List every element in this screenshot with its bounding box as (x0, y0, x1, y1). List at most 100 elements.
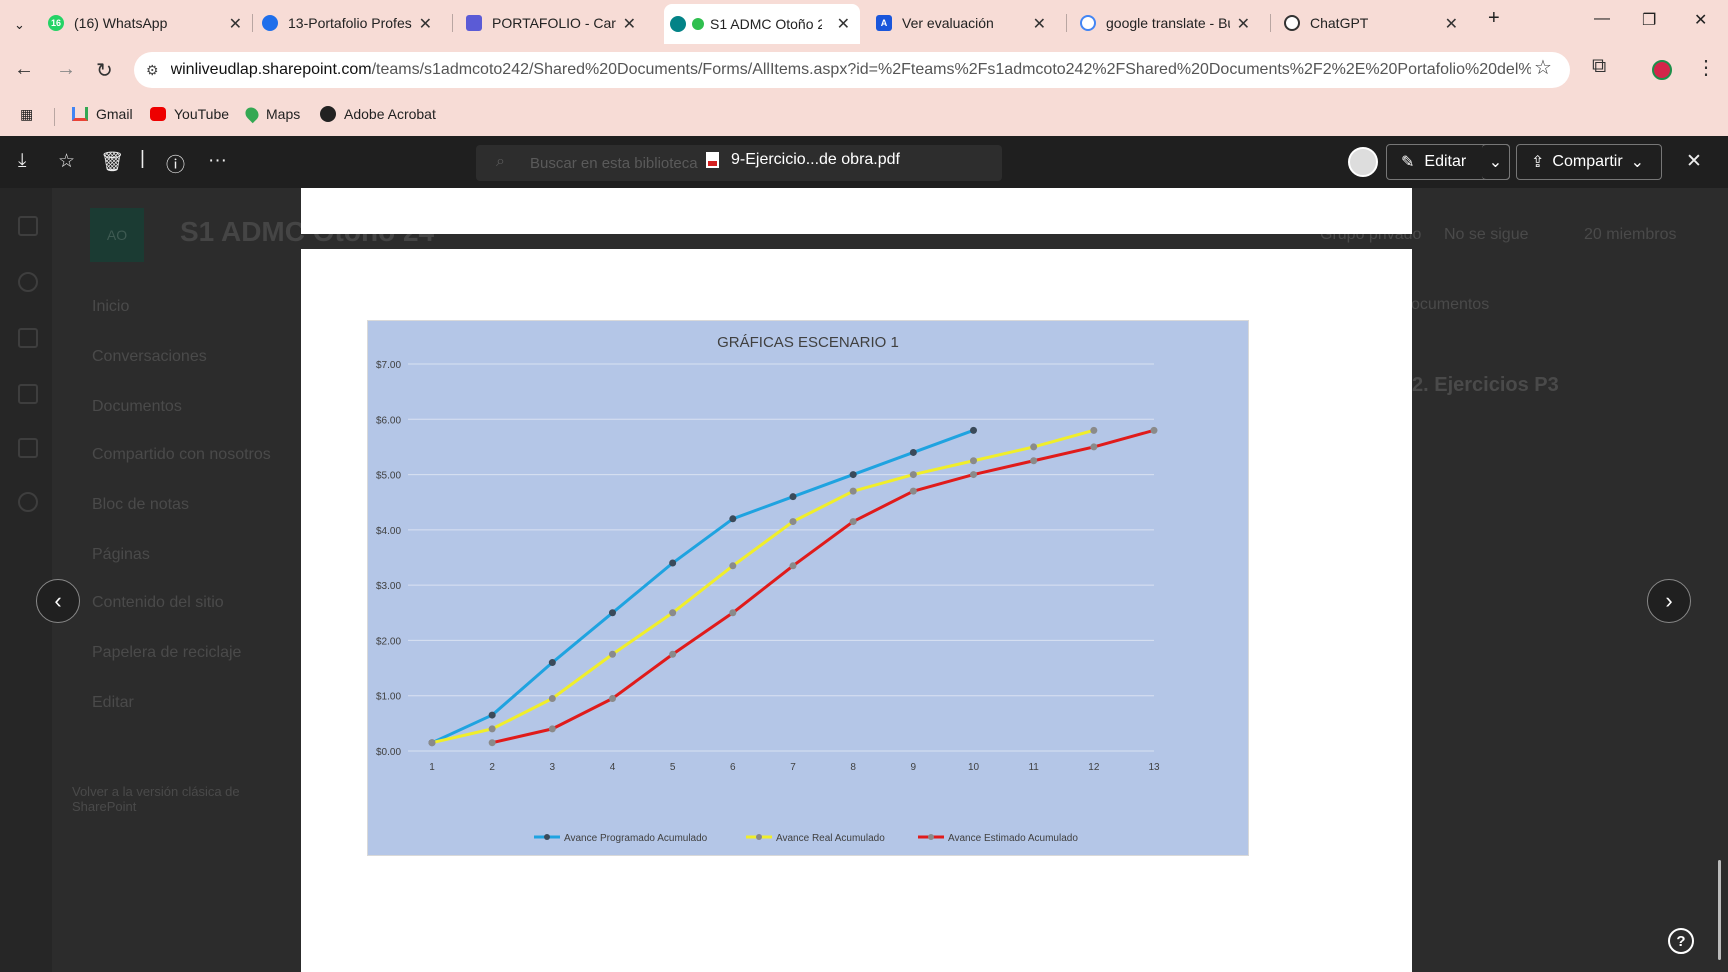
close-icon[interactable]: ✕ (1445, 14, 1458, 34)
tab-whatsapp[interactable]: 16 (16) WhatsApp ✕ (48, 6, 252, 40)
data-point (909, 471, 917, 479)
nav-item[interactable]: Compartido con nosotros (92, 446, 271, 464)
home-icon[interactable] (18, 216, 38, 236)
file-icon[interactable] (18, 384, 38, 404)
profile-avatar[interactable] (1652, 60, 1672, 80)
y-tick-label: $6.00 (376, 415, 401, 426)
nav-item[interactable]: Bloc de notas (92, 496, 189, 514)
favorite-star-icon[interactable]: ☆ (58, 150, 75, 173)
folder-title: 2. Ejercicios P3 (1412, 374, 1559, 396)
previous-file-button[interactable]: ‹ (36, 579, 80, 623)
x-tick-label: 3 (550, 762, 556, 773)
menu-icon[interactable]: ⋮ (1696, 55, 1716, 80)
nav-item[interactable]: Páginas (92, 546, 150, 564)
tab-separator (1270, 14, 1271, 32)
data-point (729, 515, 737, 523)
news-icon[interactable] (18, 328, 38, 348)
classic-view-link[interactable]: Volver a la versión clásica de SharePoin… (72, 784, 272, 814)
x-tick-label: 9 (911, 762, 917, 773)
tab-google-translate[interactable]: google translate - Bu ✕ (1080, 6, 1260, 40)
bookmark-youtube[interactable]: YouTube (150, 106, 229, 122)
x-tick-label: 1 (429, 762, 435, 773)
status-dot-icon (692, 18, 704, 30)
nav-item[interactable]: Documentos (92, 398, 182, 416)
gmail-icon (72, 107, 88, 121)
data-point (849, 518, 857, 526)
nav-item[interactable]: Papelera de reciclaje (92, 644, 241, 662)
data-point (488, 711, 496, 719)
chevron-down-icon: ⌄ (14, 17, 25, 32)
delete-trash-icon[interactable]: 🗑 (100, 150, 124, 174)
close-viewer-icon[interactable]: ✕ (1686, 150, 1702, 173)
tab-portafolio-profesional[interactable]: 13-Portafolio Profesi ✕ (262, 6, 442, 40)
nav-item[interactable]: Inicio (92, 298, 129, 316)
close-icon[interactable]: ✕ (837, 14, 850, 34)
back-button[interactable]: ← (14, 58, 34, 81)
close-icon[interactable]: ✕ (1237, 14, 1250, 34)
close-icon[interactable]: ✕ (229, 14, 242, 34)
add-icon[interactable] (18, 492, 38, 512)
nav-item[interactable]: Conversaciones (92, 348, 207, 366)
data-point (970, 471, 977, 479)
restore-button[interactable]: ❐ (1642, 10, 1656, 30)
x-tick-label: 6 (730, 762, 736, 773)
whatsapp-icon: 16 (48, 15, 64, 31)
nav-item[interactable]: Editar (92, 694, 134, 712)
tab-sharepoint-active[interactable]: S1 ADMC Otoño 2 ✕ (664, 4, 860, 44)
tab-chatgpt[interactable]: ChatGPT ✕ (1284, 6, 1468, 40)
download-icon[interactable]: ⤓ (18, 150, 26, 172)
app-icon: A (876, 15, 892, 31)
minimize-button[interactable]: — (1594, 10, 1610, 28)
legend-label: Avance Estimado Acumulado (948, 833, 1078, 844)
tab-title: google translate - Bu (1106, 15, 1230, 31)
data-point (428, 739, 436, 747)
legend-marker (756, 834, 762, 840)
legend-marker (544, 834, 550, 840)
edit-dropdown-button[interactable]: ⌄ (1482, 144, 1510, 180)
data-point (789, 562, 797, 570)
apps-grid-icon[interactable]: ▦ (20, 106, 33, 123)
bookmark-adobe-acrobat[interactable]: Adobe Acrobat (320, 106, 436, 122)
new-tab-button[interactable]: + (1488, 7, 1500, 30)
members-count[interactable]: 20 miembros (1584, 226, 1676, 244)
close-icon[interactable]: ✕ (623, 14, 636, 34)
tab-portafolio-carta[interactable]: PORTAFOLIO - Carta ✕ (466, 6, 646, 40)
x-tick-label: 7 (790, 762, 796, 773)
bookmark-star-icon[interactable]: ☆ (1534, 55, 1552, 80)
data-point (669, 609, 677, 617)
help-icon[interactable]: ? (1668, 928, 1694, 954)
close-icon[interactable]: ✕ (419, 14, 432, 34)
info-icon[interactable]: ⓘ (166, 150, 185, 177)
search-placeholder: Buscar en esta biblioteca (530, 155, 698, 172)
scrollbar-thumb[interactable] (1718, 860, 1721, 960)
youtube-icon (150, 107, 166, 121)
site-logo: AO (90, 208, 144, 262)
list-icon[interactable] (18, 438, 38, 458)
chart-x-axis: 1 2 3 4 5 6 7 8 9 10 11 12 13 (429, 762, 1160, 773)
data-point (729, 609, 737, 617)
tab-ver-evaluacion[interactable]: A Ver evaluación ✕ (876, 6, 1056, 40)
bookmark-maps[interactable]: Maps (242, 104, 300, 124)
url-path: /teams/s1admcoto242/Shared%20Documents/F… (371, 61, 1531, 78)
share-button[interactable]: ⇪ Compartir ⌄ (1516, 144, 1662, 180)
follow-status[interactable]: No se sigue (1444, 226, 1529, 244)
previous-page-bottom (301, 188, 1412, 234)
extensions-icon[interactable]: ⧉ (1592, 55, 1606, 78)
address-bar[interactable]: ⚙ winliveudlap.sharepoint.com/teams/s1ad… (134, 52, 1570, 88)
data-point (789, 493, 797, 501)
nav-item[interactable]: Contenido del sitio (92, 594, 224, 612)
tab-search-button[interactable]: ⌄ (14, 8, 36, 42)
more-options-icon[interactable]: ··· (208, 150, 227, 172)
globe-icon[interactable] (18, 272, 38, 292)
data-point (609, 609, 616, 617)
x-tick-label: 11 (1028, 762, 1039, 773)
share-label: Compartir (1552, 153, 1623, 170)
site-info-icon[interactable]: ⚙ (146, 62, 159, 79)
close-window-button[interactable]: ✕ (1694, 10, 1707, 30)
forward-button[interactable]: → (56, 58, 76, 81)
user-avatar[interactable] (1348, 147, 1378, 177)
bookmark-gmail[interactable]: Gmail (72, 106, 133, 122)
close-icon[interactable]: ✕ (1033, 14, 1046, 34)
next-file-button[interactable]: › (1647, 579, 1691, 623)
reload-button[interactable]: ↻ (96, 58, 113, 83)
